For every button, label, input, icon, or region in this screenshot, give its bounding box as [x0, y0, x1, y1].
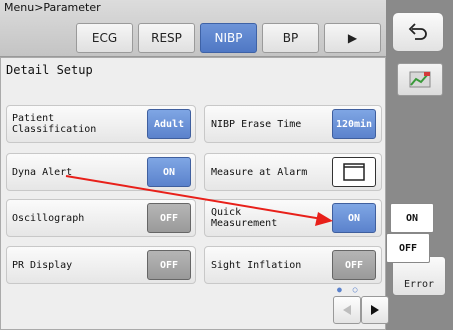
annotation-arrow: [65, 175, 333, 226]
